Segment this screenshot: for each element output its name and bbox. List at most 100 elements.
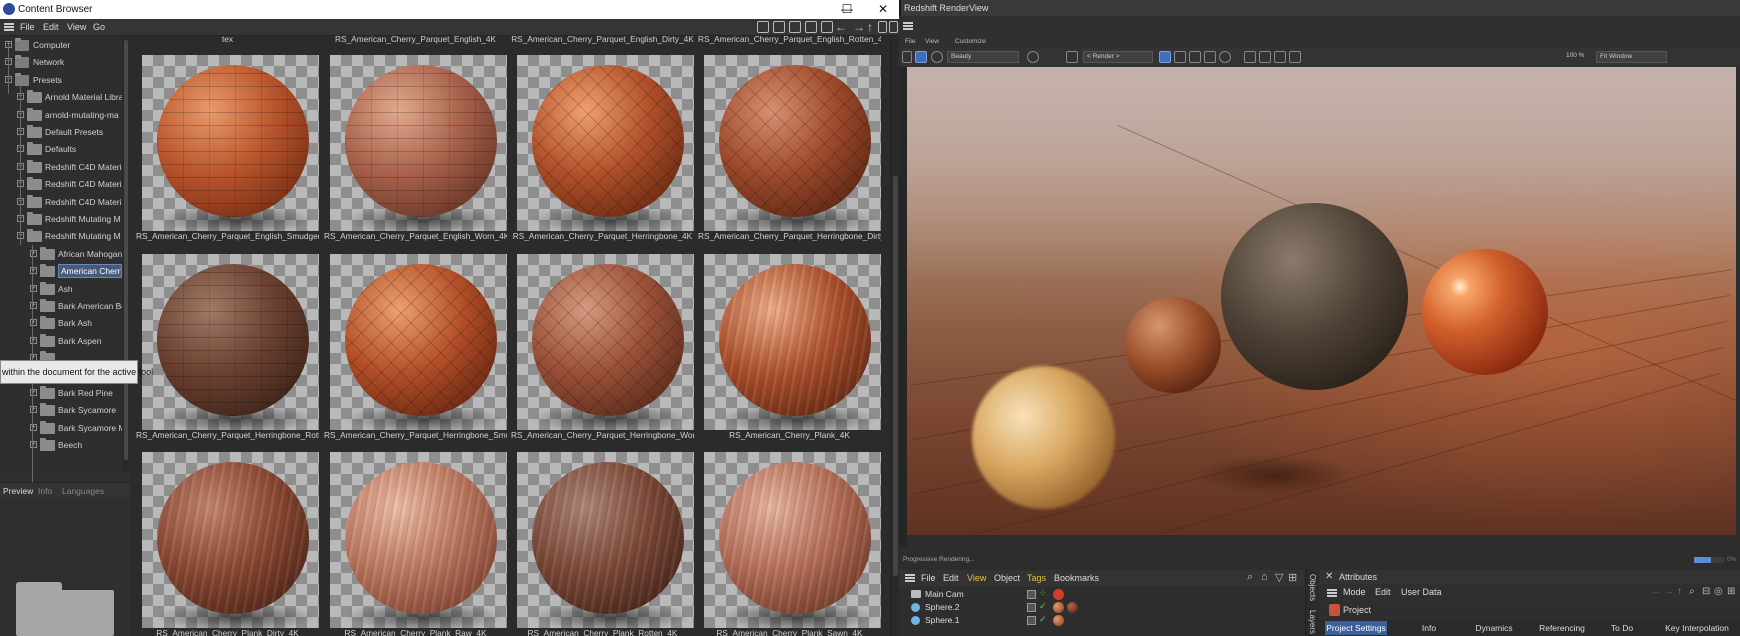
- home-icon[interactable]: [773, 21, 785, 33]
- catalog-icon[interactable]: [805, 21, 817, 33]
- crop-icon[interactable]: [1066, 51, 1078, 63]
- tree-item[interactable]: +Default Presets: [0, 124, 122, 141]
- material-tile[interactable]: RS_American_Cherry_Parquet_English_Worn_…: [324, 45, 507, 241]
- attr-settings-icon[interactable]: ◎: [1714, 586, 1723, 597]
- attr-hamburger-icon[interactable]: [1327, 589, 1337, 597]
- om-search-icon[interactable]: ⌕: [1247, 571, 1253, 584]
- circle-icon[interactable]: [1219, 51, 1231, 63]
- material-tile[interactable]: RS_American_Cherry_Parquet_Herringbone_4…: [511, 45, 694, 241]
- grid-scrollbar[interactable]: [890, 36, 899, 636]
- tree-item[interactable]: + Bark American Be: [0, 298, 122, 315]
- attr-new-icon[interactable]: ⊞: [1727, 586, 1735, 597]
- forward-arrow-icon[interactable]: →: [853, 20, 865, 34]
- om-menu-file[interactable]: File: [921, 573, 936, 583]
- tab-to-do[interactable]: To Do: [1607, 621, 1637, 635]
- snowflake-icon[interactable]: [1189, 51, 1201, 63]
- material-thumbnail[interactable]: [517, 452, 694, 628]
- material-tag-icon[interactable]: [1053, 615, 1064, 626]
- menu-go[interactable]: Go: [93, 22, 105, 32]
- tree-item[interactable]: −Redshift Mutating M: [0, 228, 122, 245]
- tab-referencing[interactable]: Referencing: [1534, 621, 1590, 635]
- tree-item[interactable]: + Bark Sycamore: [0, 402, 122, 419]
- attributes-close-icon[interactable]: ✕: [1325, 571, 1333, 582]
- top-caption[interactable]: RS_American_Cherry_Parquet_English_4K: [324, 36, 507, 44]
- tree-item[interactable]: +Network: [0, 54, 122, 71]
- render-active-icon[interactable]: [915, 51, 927, 63]
- tree-item[interactable]: −Presets: [0, 72, 122, 89]
- rv-menu-view[interactable]: View: [925, 38, 939, 45]
- tab-layers[interactable]: Layers: [1308, 610, 1317, 634]
- om-menu-bookmarks[interactable]: Bookmarks: [1054, 573, 1099, 583]
- om-filter-icon[interactable]: ▽: [1275, 571, 1283, 584]
- attr-up-icon[interactable]: ↑: [1677, 586, 1682, 597]
- back-arrow-icon[interactable]: ←: [835, 20, 847, 34]
- compare-icon[interactable]: [1259, 51, 1271, 63]
- tree-item[interactable]: −Redshift Mutating M: [0, 211, 122, 228]
- maximize-button[interactable]: ☐: [830, 0, 864, 19]
- attr-search-icon[interactable]: ⌕: [1689, 586, 1695, 597]
- om-new-window-icon[interactable]: ⊞: [1288, 571, 1297, 584]
- om-menu-edit[interactable]: Edit: [943, 573, 959, 583]
- attr-menu-edit[interactable]: Edit: [1375, 587, 1391, 597]
- enabled-check-icon[interactable]: ✓: [1039, 601, 1047, 612]
- attr-forward-icon[interactable]: →: [1664, 586, 1674, 597]
- attr-menu-mode[interactable]: Mode: [1343, 587, 1366, 597]
- rv-menu-customize[interactable]: Customize: [955, 38, 986, 45]
- visibility-toggle-icon[interactable]: [1027, 603, 1036, 612]
- tree-item[interactable]: +Computer: [0, 37, 122, 54]
- close-button[interactable]: ✕: [866, 0, 900, 19]
- tree-item[interactable]: + Ash: [0, 281, 122, 298]
- tree-item[interactable]: + American Cherry: [0, 263, 122, 280]
- tab-objects[interactable]: Objects: [1308, 574, 1317, 601]
- material-tile[interactable]: RS_American_Cherry_Plank_Raw_4K: [324, 442, 507, 636]
- tree-item[interactable]: +Defaults: [0, 141, 122, 158]
- enabled-check-icon[interactable]: ✓: [1039, 614, 1047, 625]
- tab-dynamics[interactable]: Dynamics: [1469, 621, 1519, 635]
- attr-menu-user-data[interactable]: User Data: [1401, 587, 1442, 597]
- material-tile[interactable]: RS_American_Cherry_Plank_4K: [698, 244, 881, 440]
- export-icon[interactable]: [1274, 51, 1286, 63]
- material-thumbnail[interactable]: [704, 55, 881, 231]
- top-caption[interactable]: RS_American_Cherry_Parquet_English_Dirty…: [511, 36, 694, 44]
- material-tile[interactable]: RS_American_Cherry_Parquet_Herringbone_S…: [324, 244, 507, 440]
- material-tile[interactable]: RS_American_Cherry_Parquet_Herringbone_R…: [136, 244, 319, 440]
- renderview-hamburger-icon[interactable]: [903, 22, 913, 30]
- tree-item[interactable]: +Redshift C4D Materia: [0, 159, 122, 176]
- material-tile[interactable]: RS_American_Cherry_Parquet_English_Smudg…: [136, 45, 319, 241]
- object-row[interactable]: Sphere.1 ✓: [907, 614, 1302, 628]
- material-tile[interactable]: RS_American_Cherry_Plank_Rotten_4K: [511, 442, 694, 636]
- search-icon[interactable]: [878, 21, 887, 33]
- material-thumbnail[interactable]: [704, 452, 881, 628]
- tab-info[interactable]: Info: [1414, 621, 1444, 635]
- material-tag-icon[interactable]: [1067, 602, 1078, 613]
- tab-project-settings[interactable]: Project Settings: [1325, 621, 1387, 635]
- material-tile[interactable]: RS_American_Cherry_Plank_Dirty_4K: [136, 442, 319, 636]
- tree-item[interactable]: +arnold-mutating-ma: [0, 107, 122, 124]
- om-menu-object[interactable]: Object: [994, 573, 1020, 583]
- bug-icon[interactable]: [1204, 51, 1216, 63]
- tree-item[interactable]: + African Mahogan: [0, 246, 122, 263]
- material-thumbnail[interactable]: [330, 254, 507, 430]
- region-icon[interactable]: [1159, 51, 1171, 63]
- material-thumbnail[interactable]: [517, 55, 694, 231]
- menu-view[interactable]: View: [67, 22, 86, 32]
- tree-item[interactable]: +Redshift C4D Materia: [0, 176, 122, 193]
- tree-item[interactable]: + Bark Aspen: [0, 333, 122, 350]
- attr-lock-icon[interactable]: ⊟: [1702, 586, 1710, 597]
- tree-item[interactable]: +Arnold Material Libra: [0, 89, 122, 106]
- snapshot-icon[interactable]: [902, 51, 912, 63]
- copy-icon[interactable]: [1289, 51, 1301, 63]
- material-thumbnail[interactable]: [330, 452, 507, 628]
- favorite-icon[interactable]: [821, 21, 833, 33]
- tree-item[interactable]: + Bark Sycamore M: [0, 420, 122, 437]
- color-icon[interactable]: [1027, 51, 1039, 63]
- om-menu-view[interactable]: View: [967, 573, 986, 583]
- refresh-icon[interactable]: [931, 51, 943, 63]
- material-tile[interactable]: RS_American_Cherry_Parquet_Herringbone_W…: [511, 244, 694, 440]
- material-thumbnail[interactable]: [704, 254, 881, 430]
- up-arrow-icon[interactable]: ↑: [867, 20, 873, 34]
- fit-window-dropdown[interactable]: Fit Window: [1596, 51, 1667, 63]
- tab-languages[interactable]: Languages: [62, 486, 104, 496]
- material-thumbnail[interactable]: [142, 452, 319, 628]
- tree-item[interactable]: + Beech: [0, 437, 122, 454]
